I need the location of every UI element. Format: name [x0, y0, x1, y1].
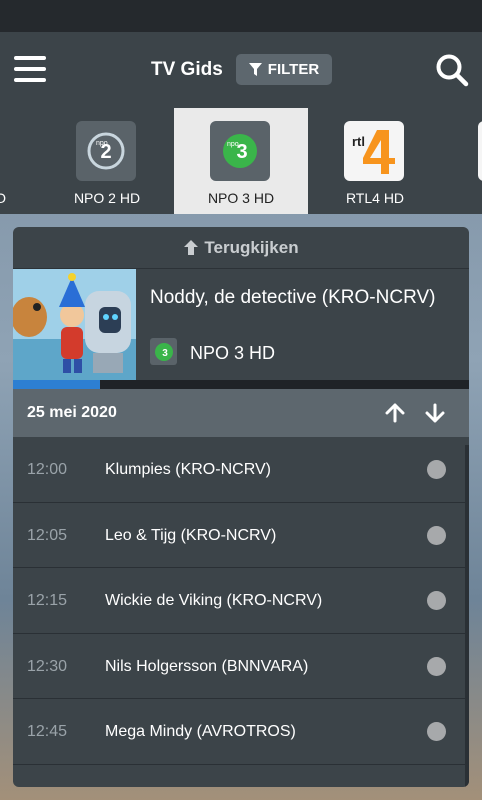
program-thumbnail[interactable] [13, 269, 136, 380]
app-bar: TV Gids FILTER [0, 32, 482, 108]
channel-name: NPO 2 HD [73, 190, 141, 206]
npo3-icon: 3 npo [210, 121, 270, 181]
program-title: Nils Holgersson (BNNVARA) [105, 657, 309, 675]
program-title: Mega Mindy (AVROTROS) [105, 723, 296, 741]
date-header: 25 mei 2020 [13, 389, 469, 437]
filter-icon [248, 62, 262, 76]
schedule-date: 25 mei 2020 [27, 404, 117, 421]
program-time: 12:15 [27, 592, 68, 610]
program-time: 12:00 [27, 461, 68, 478]
reminder-toggle[interactable] [427, 656, 446, 676]
channel-tab-next[interactable] [442, 108, 482, 214]
program-title: Wickie de Viking (KRO-NCRV) [105, 592, 323, 610]
svg-text:npo: npo [96, 140, 108, 147]
svg-text:npo: npo [227, 141, 239, 148]
program-time: 12:45 [27, 723, 68, 741]
svg-text:3: 3 [162, 348, 168, 359]
progress-fill [13, 380, 100, 389]
arrow-down-icon[interactable] [425, 403, 445, 423]
channel-name: RTL4 HD [345, 190, 405, 206]
status-bar [0, 0, 482, 32]
reminder-toggle[interactable] [427, 460, 446, 479]
schedule-row[interactable]: 12:15 Wickie de Viking (KRO-NCRV) [13, 568, 469, 634]
channel-name: NPO 3 HD [207, 190, 275, 206]
program-title: Leo & Tijg (KRO-NCRV) [105, 526, 277, 544]
channel-tab-npo1[interactable]: O [0, 108, 37, 214]
reminder-toggle[interactable] [427, 722, 446, 742]
channel-tab-npo2[interactable]: 2 npo NPO 2 HD [40, 108, 174, 214]
search-icon[interactable] [434, 52, 470, 88]
channel-strip[interactable]: O 2 npo NPO 2 HD 3 npo NPO 3 HD rtl RTL4… [0, 108, 482, 214]
page-title: TV Gids [151, 59, 223, 80]
program-card: Terugkijken Noddy, de detective (KRO-NCR… [13, 227, 469, 787]
scrollbar[interactable] [465, 445, 469, 787]
now-playing: Noddy, de detective (KRO-NCRV) 3 NPO 3 H… [13, 269, 469, 389]
rewatch-button[interactable]: Terugkijken [13, 227, 469, 269]
schedule-list: 12:00 Klumpies (KRO-NCRV) 12:05 Leo & Tijg … [13, 437, 469, 765]
rtl4-icon: rtl [344, 121, 404, 181]
channel-logo [478, 121, 482, 181]
reminder-toggle[interactable] [427, 591, 446, 611]
schedule-row[interactable]: 12:45 Mega Mindy (AVROTROS) [13, 699, 469, 765]
schedule-row[interactable]: 12:30 Nils Holgersson (BNNVARA) [13, 634, 469, 700]
channel-tab-rtl4[interactable]: rtl RTL4 HD [308, 108, 442, 214]
filter-label: FILTER [267, 61, 320, 78]
npo2-icon: 2 npo [76, 121, 136, 181]
program-title: Klumpies (KRO-NCRV) [105, 461, 271, 478]
arrow-up-icon [184, 240, 199, 255]
schedule-row[interactable]: 12:05 Leo & Tijg (KRO-NCRV) [13, 503, 469, 569]
svg-text:rtl: rtl [352, 134, 365, 149]
npo3-icon: 3 [150, 338, 177, 365]
channel-tab-npo3[interactable]: 3 npo NPO 3 HD [174, 108, 308, 214]
arrow-up-icon[interactable] [385, 403, 405, 423]
program-time: 12:05 [27, 526, 68, 544]
filter-button[interactable]: FILTER [236, 54, 332, 85]
channel-name: O [0, 190, 6, 206]
now-playing-channel: NPO 3 HD [190, 343, 276, 363]
now-playing-title[interactable]: Noddy, de detective (KRO-NCRV) [150, 287, 435, 309]
reminder-toggle[interactable] [427, 525, 446, 545]
rewatch-label: Terugkijken [204, 237, 299, 257]
schedule-row[interactable]: 12:00 Klumpies (KRO-NCRV) [13, 437, 469, 503]
hamburger-menu-icon[interactable] [14, 56, 46, 84]
progress-bar [13, 380, 469, 389]
program-time: 12:30 [27, 657, 68, 675]
